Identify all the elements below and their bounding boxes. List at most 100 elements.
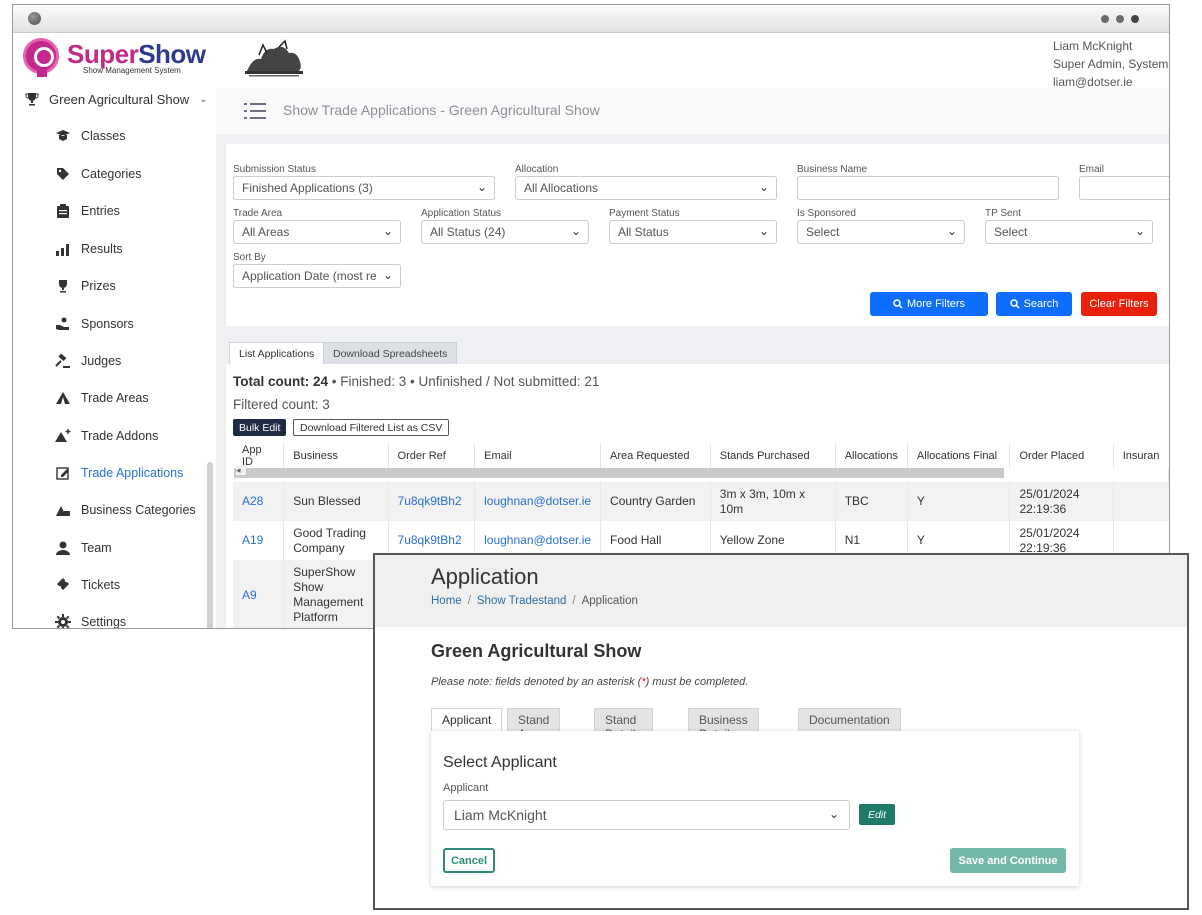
sidebar-item-label: Settings bbox=[81, 615, 127, 629]
sidebar-item-label: Sponsors bbox=[81, 317, 134, 331]
tab-download-spreadsheets[interactable]: Download Spreadsheets bbox=[323, 342, 458, 364]
order-ref-link[interactable]: 7u8qk9tBh2 bbox=[388, 482, 476, 521]
sidebar-item-sponsors[interactable]: Sponsors bbox=[55, 314, 134, 334]
applicant-select[interactable]: Liam McKnight ⌄ bbox=[443, 800, 850, 830]
allocation-select[interactable]: All Allocations ⌄ bbox=[515, 176, 777, 200]
table-header-row: App ID Business Order Ref Email Area Req… bbox=[233, 444, 1169, 468]
payment-status-value: All Status bbox=[618, 225, 669, 239]
application-status-value: All Status (24) bbox=[430, 225, 506, 239]
col-order-ref[interactable]: Order Ref bbox=[388, 444, 476, 468]
col-allocations-final[interactable]: Allocations Final bbox=[907, 444, 1011, 468]
email-label: Email bbox=[1079, 164, 1105, 175]
email-link[interactable]: loughnan@dotser.ie bbox=[474, 482, 602, 521]
show-selector-label: Green Agricultural Show bbox=[49, 91, 190, 107]
search-icon bbox=[893, 299, 903, 309]
breadcrumb-home[interactable]: Home bbox=[431, 595, 462, 607]
sidebar-item-label: Business Categories bbox=[81, 503, 196, 517]
email-input[interactable] bbox=[1079, 176, 1169, 200]
sidebar-item-judges[interactable]: Judges bbox=[55, 351, 121, 371]
window-control-button[interactable] bbox=[28, 12, 41, 25]
chevron-down-icon: ⌄ bbox=[946, 224, 957, 238]
tab-business-details[interactable]: Business Details bbox=[688, 708, 759, 741]
search-button[interactable]: Search bbox=[996, 292, 1072, 316]
sidebar-item-business-categories[interactable]: Business Categories bbox=[55, 500, 196, 520]
col-allocations[interactable]: Allocations bbox=[835, 444, 908, 468]
window-menu-icon[interactable] bbox=[1101, 15, 1139, 23]
table-horizontal-scrollbar[interactable] bbox=[234, 465, 1004, 478]
col-email[interactable]: Email bbox=[474, 444, 602, 468]
breadcrumb-show-tradestand[interactable]: Show Tradestand bbox=[477, 595, 567, 607]
table-row[interactable]: A28 Sun Blessed 7u8qk9tBh2 loughnan@dots… bbox=[233, 482, 1169, 521]
business-name-input[interactable] bbox=[797, 176, 1059, 200]
tab-list-applications[interactable]: List Applications bbox=[229, 342, 325, 364]
final-cell: Y bbox=[907, 482, 1011, 521]
applicant-value: Liam McKnight bbox=[454, 807, 547, 823]
download-csv-button[interactable]: Download Filtered List as CSV bbox=[293, 419, 450, 436]
tent-icon bbox=[55, 390, 71, 406]
sidebar-item-results[interactable]: Results bbox=[55, 239, 123, 259]
sort-by-label: Sort By bbox=[233, 252, 266, 263]
stands-cell: 3m x 3m, 10m x 10m bbox=[710, 482, 836, 521]
sidebar-item-label: Entries bbox=[81, 204, 120, 218]
sidebar-item-categories[interactable]: Categories bbox=[55, 164, 141, 184]
gavel-icon bbox=[55, 353, 71, 369]
chevron-down-icon: ⌄ bbox=[382, 268, 393, 282]
is-sponsored-select[interactable]: Select ⌄ bbox=[797, 220, 965, 244]
more-filters-button[interactable]: More Filters bbox=[870, 292, 988, 316]
trade-area-label: Trade Area bbox=[233, 208, 283, 219]
gear-icon bbox=[55, 614, 71, 628]
sidebar-item-settings[interactable]: Settings bbox=[55, 612, 127, 629]
tab-documentation[interactable]: Documentation bbox=[798, 708, 901, 732]
application-status-select[interactable]: All Status (24) ⌄ bbox=[421, 220, 589, 244]
sidebar-item-trade-applications[interactable]: Trade Applications bbox=[55, 463, 183, 483]
sidebar-item-classes[interactable]: Classes bbox=[55, 126, 125, 146]
business-cell: Sun Blessed bbox=[283, 482, 389, 521]
allocation-label: Allocation bbox=[515, 164, 559, 175]
user-info[interactable]: Liam McKnight Super Admin, System liam@d… bbox=[1053, 37, 1168, 91]
show-selector[interactable]: Green Agricultural Show ⌄ bbox=[25, 88, 208, 110]
app-id-link[interactable]: A28 bbox=[233, 482, 285, 521]
tent-plus-icon bbox=[55, 428, 71, 444]
main-content: Show Trade Applications - Green Agricult… bbox=[216, 88, 1169, 628]
col-insurance[interactable]: Insuran bbox=[1113, 444, 1169, 468]
trade-area-select[interactable]: All Areas ⌄ bbox=[233, 220, 401, 244]
count-summary: Total count: 24 • Finished: 3 • Unfinish… bbox=[233, 374, 599, 389]
col-order-placed[interactable]: Order Placed bbox=[1009, 444, 1114, 468]
sidebar-scrollbar[interactable] bbox=[207, 462, 213, 628]
clear-filters-button[interactable]: Clear Filters bbox=[1081, 292, 1157, 316]
sidebar-item-label: Categories bbox=[81, 167, 142, 181]
sidebar-item-trade-addons[interactable]: Trade Addons bbox=[55, 426, 158, 446]
chevron-down-icon: ⌄ bbox=[382, 224, 393, 238]
brand-name-part1: Super bbox=[67, 39, 139, 69]
app-id-link[interactable]: A9 bbox=[233, 560, 285, 628]
save-and-continue-button[interactable]: Save and Continue bbox=[950, 848, 1066, 873]
tab-stand-areas[interactable]: Stand Areas bbox=[507, 708, 561, 741]
payment-status-select[interactable]: All Status ⌄ bbox=[609, 220, 777, 244]
app-id-link[interactable]: A19 bbox=[233, 521, 285, 560]
sort-by-select[interactable]: Application Date (most re ⌄ bbox=[233, 264, 401, 288]
col-area-requested[interactable]: Area Requested bbox=[600, 444, 711, 468]
col-stands-purchased[interactable]: Stands Purchased bbox=[710, 444, 836, 468]
chevron-down-icon: ⌄ bbox=[1134, 224, 1145, 238]
sidebar-item-tickets[interactable]: Tickets bbox=[55, 575, 120, 595]
sidebar-item-entries[interactable]: Entries bbox=[55, 201, 120, 221]
submission-status-select[interactable]: Finished Applications (3) ⌄ bbox=[233, 176, 495, 200]
col-business[interactable]: Business bbox=[283, 444, 389, 468]
submission-status-value: Finished Applications (3) bbox=[242, 181, 373, 195]
trade-area-value: All Areas bbox=[242, 225, 290, 239]
user-name: Liam McKnight bbox=[1053, 39, 1133, 53]
sidebar-item-label: Tickets bbox=[81, 578, 121, 592]
cancel-button[interactable]: Cancel bbox=[443, 848, 495, 873]
sidebar-item-trade-areas[interactable]: Trade Areas bbox=[55, 388, 149, 408]
filtered-count: Filtered count: 3 bbox=[233, 397, 330, 412]
note-text-end: ) must be completed. bbox=[645, 676, 749, 688]
tp-sent-value: Select bbox=[994, 225, 1028, 239]
bulk-edit-button[interactable]: Bulk Edit bbox=[233, 419, 287, 436]
sidebar-item-label: Classes bbox=[81, 129, 126, 143]
sidebar-item-prizes[interactable]: Prizes bbox=[55, 276, 116, 296]
tp-sent-select[interactable]: Select ⌄ bbox=[985, 220, 1153, 244]
edit-applicant-button[interactable]: Edit bbox=[859, 804, 895, 825]
tab-stand-details[interactable]: Stand Details bbox=[594, 708, 653, 741]
tab-applicant[interactable]: Applicant bbox=[431, 708, 503, 732]
sidebar-item-team[interactable]: Team bbox=[55, 538, 112, 558]
